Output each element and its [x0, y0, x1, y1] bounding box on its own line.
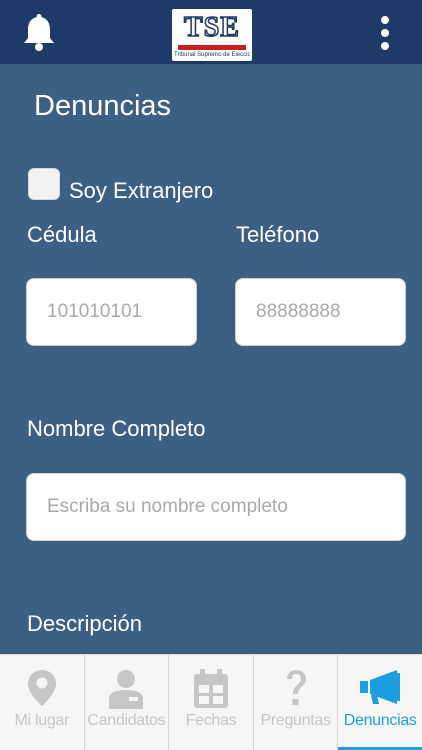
map-pin-icon: [27, 670, 56, 706]
page-title: Denuncias: [34, 90, 172, 122]
nombre-label: Nombre Completo: [27, 416, 206, 441]
tab-label: Preguntas: [260, 712, 331, 729]
tab-label: Denuncias: [343, 712, 417, 729]
foreigner-checkbox-label[interactable]: Soy Extranjero: [69, 178, 213, 204]
top-app-bar: TSE Tribunal Supremo de Elecciones: [0, 0, 422, 64]
tab-preguntas[interactable]: Preguntas: [254, 655, 339, 750]
telefono-label: Teléfono: [236, 222, 320, 247]
cedula-input[interactable]: [26, 278, 197, 346]
tab-label: Fechas: [185, 712, 237, 729]
foreigner-checkbox[interactable]: [28, 168, 60, 200]
cedula-label: Cédula: [27, 222, 97, 247]
tab-candidatos[interactable]: Candidatos: [85, 655, 170, 750]
tab-label: Mi lugar: [14, 712, 70, 729]
telefono-input[interactable]: [235, 278, 406, 346]
tab-denuncias[interactable]: Denuncias: [338, 655, 422, 750]
tab-fechas[interactable]: Fechas: [169, 655, 254, 750]
megaphone-icon: [360, 670, 401, 704]
tse-logo: TSE Tribunal Supremo de Elecciones: [172, 9, 252, 61]
tab-mi-lugar[interactable]: Mi lugar: [0, 655, 85, 750]
logo-letters: TSE: [183, 11, 240, 44]
calendar-icon: [193, 669, 228, 708]
bell-icon[interactable]: [22, 14, 56, 52]
bottom-tab-bar: Mi lugar Candidatos Fechas Preguntas Den…: [0, 654, 422, 750]
person-icon: [109, 670, 144, 709]
more-vertical-icon[interactable]: [376, 16, 394, 50]
question-icon: [286, 670, 306, 705]
nombre-input[interactable]: [26, 473, 406, 541]
logo-caption: Tribunal Supremo de Elecciones: [174, 52, 250, 58]
tab-label: Candidatos: [87, 712, 166, 729]
descripcion-label: Descripción: [27, 611, 142, 636]
